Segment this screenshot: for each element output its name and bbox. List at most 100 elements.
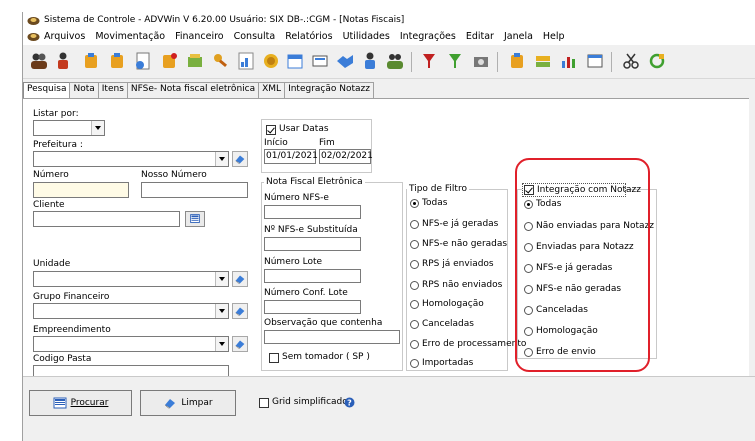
- users-icon[interactable]: [385, 51, 405, 71]
- procurar-button[interactable]: Procurar: [29, 390, 132, 416]
- radio-filtro-nfse-geradas[interactable]: [410, 220, 419, 229]
- unidade-label: Unidade: [33, 259, 71, 269]
- unidade-select[interactable]: [33, 271, 229, 287]
- chevron-down-icon[interactable]: [215, 152, 228, 166]
- eraser-icon[interactable]: [232, 151, 248, 167]
- menu-arquivos[interactable]: Arquivos: [42, 31, 90, 42]
- menu-janela[interactable]: Janela: [499, 31, 538, 42]
- menu-movimentacao[interactable]: Movimentação: [90, 31, 170, 42]
- filtro-option-label: NFS-e já geradas: [422, 219, 499, 229]
- menu-utilidades[interactable]: Utilidades: [338, 31, 395, 42]
- filter-red-icon[interactable]: [419, 51, 439, 71]
- chevron-down-icon[interactable]: [215, 337, 228, 351]
- chart-icon[interactable]: [236, 51, 256, 71]
- grupo-financeiro-label: Grupo Financeiro: [33, 292, 110, 302]
- menu-editar[interactable]: Editar: [461, 31, 499, 42]
- search-client-icon[interactable]: [185, 211, 205, 227]
- chevron-down-icon[interactable]: [215, 272, 228, 286]
- document-icon[interactable]: [133, 51, 153, 71]
- help-icon[interactable]: ?: [344, 397, 355, 408]
- numero-substituida-input[interactable]: [264, 237, 361, 251]
- limpar-button[interactable]: Limpar: [140, 390, 236, 416]
- codigo-pasta-label: Codigo Pasta: [33, 354, 92, 364]
- eraser-icon[interactable]: [232, 303, 248, 319]
- radio-filtro-rps-enviados[interactable]: [410, 260, 419, 269]
- chevron-down-icon[interactable]: [215, 304, 228, 318]
- tab-pesquisa[interactable]: Pesquisa: [23, 82, 71, 99]
- usar-datas-label: Usar Datas: [279, 124, 329, 134]
- toolbar: [23, 45, 755, 79]
- refresh-icon[interactable]: [647, 51, 667, 71]
- radio-filtro-todas[interactable]: [410, 199, 419, 208]
- toolbar-separator: [611, 52, 612, 72]
- svg-text:?: ?: [347, 398, 352, 407]
- grupo-financeiro-select[interactable]: [33, 303, 229, 319]
- app-logo-icon: [27, 16, 40, 25]
- cliente-input[interactable]: [33, 211, 180, 227]
- radio-filtro-erro-processamento[interactable]: [410, 340, 419, 349]
- numero-input[interactable]: [33, 182, 129, 198]
- radio-filtro-nfse-nao-geradas[interactable]: [410, 240, 419, 249]
- radio-filtro-rps-nao-enviados[interactable]: [410, 281, 419, 290]
- empreendimento-select[interactable]: [33, 336, 229, 352]
- key-icon[interactable]: [211, 51, 231, 71]
- handshake-icon[interactable]: [335, 51, 355, 71]
- inicio-date-input[interactable]: 01/01/2021: [264, 149, 318, 164]
- eraser-icon[interactable]: [232, 271, 248, 287]
- menu-integracoes[interactable]: Integrações: [395, 31, 461, 42]
- grid-simplificado-label: Grid simplificado: [272, 397, 348, 407]
- app-logo-icon[interactable]: [27, 31, 40, 42]
- numero-conf-lote-label: Número Conf. Lote: [264, 288, 348, 298]
- radio-filtro-canceladas[interactable]: [410, 320, 419, 329]
- listar-por-select[interactable]: [33, 120, 105, 136]
- scissors-icon[interactable]: [621, 51, 641, 71]
- tab-nfse[interactable]: NFSe- Nota fiscal eletrônica: [126, 82, 260, 98]
- filter-green-icon[interactable]: [445, 51, 465, 71]
- tab-nota[interactable]: Nota: [69, 82, 99, 98]
- screen-icon[interactable]: [310, 51, 330, 71]
- observacao-input[interactable]: [264, 330, 400, 344]
- numero-lote-input[interactable]: [264, 269, 361, 283]
- people-group-icon[interactable]: [29, 51, 49, 71]
- numero-conf-lote-input[interactable]: [264, 300, 361, 314]
- bell-flask-icon[interactable]: [107, 51, 127, 71]
- numero-substituida-label: Nº NFS-e Substituída: [264, 225, 358, 235]
- tab-integracao-notazz[interactable]: Integração Notazz: [284, 82, 374, 98]
- bell-flask-icon[interactable]: [159, 51, 179, 71]
- nosso-numero-input[interactable]: [141, 182, 248, 198]
- eraser-icon: [165, 399, 176, 409]
- person-download-icon[interactable]: [360, 51, 380, 71]
- person-icon[interactable]: [53, 51, 73, 71]
- menu-consulta[interactable]: Consulta: [229, 31, 281, 42]
- coin-icon[interactable]: [261, 51, 281, 71]
- menu-relatorios[interactable]: Relatórios: [280, 31, 337, 42]
- stack-icon[interactable]: [533, 51, 553, 71]
- box-icon[interactable]: [185, 51, 205, 71]
- toolbar-separator: [411, 52, 412, 72]
- listar-por-label: Listar por:: [33, 109, 79, 119]
- grid-simplificado-checkbox[interactable]: [259, 398, 269, 408]
- window-icon[interactable]: [585, 51, 605, 71]
- annotation-highlight: [515, 158, 650, 372]
- chevron-down-icon[interactable]: [91, 121, 104, 135]
- tab-itens[interactable]: Itens: [97, 82, 128, 98]
- menu-financeiro[interactable]: Financeiro: [170, 31, 229, 42]
- usar-datas-checkbox[interactable]: [266, 125, 276, 135]
- chart-bars-icon[interactable]: [559, 51, 579, 71]
- camera-icon[interactable]: [471, 51, 491, 71]
- bell-flask-icon[interactable]: [507, 51, 527, 71]
- prefeitura-select[interactable]: [33, 151, 229, 167]
- menu-help[interactable]: Help: [538, 31, 570, 42]
- radio-filtro-importadas[interactable]: [410, 359, 419, 368]
- tab-xml[interactable]: XML: [258, 82, 286, 98]
- fim-date-input[interactable]: 02/02/2021: [319, 149, 373, 164]
- bell-flask-icon[interactable]: [81, 51, 101, 71]
- vertical-scrollbar[interactable]: [749, 98, 755, 376]
- numero-nfse-input[interactable]: [264, 205, 361, 219]
- radio-filtro-homologacao[interactable]: [410, 300, 419, 309]
- prefeitura-label: Prefeitura :: [33, 140, 83, 150]
- limpar-label: Limpar: [181, 398, 213, 408]
- sem-tomador-checkbox[interactable]: [269, 353, 279, 363]
- calendar-icon[interactable]: [285, 51, 305, 71]
- eraser-icon[interactable]: [232, 336, 248, 352]
